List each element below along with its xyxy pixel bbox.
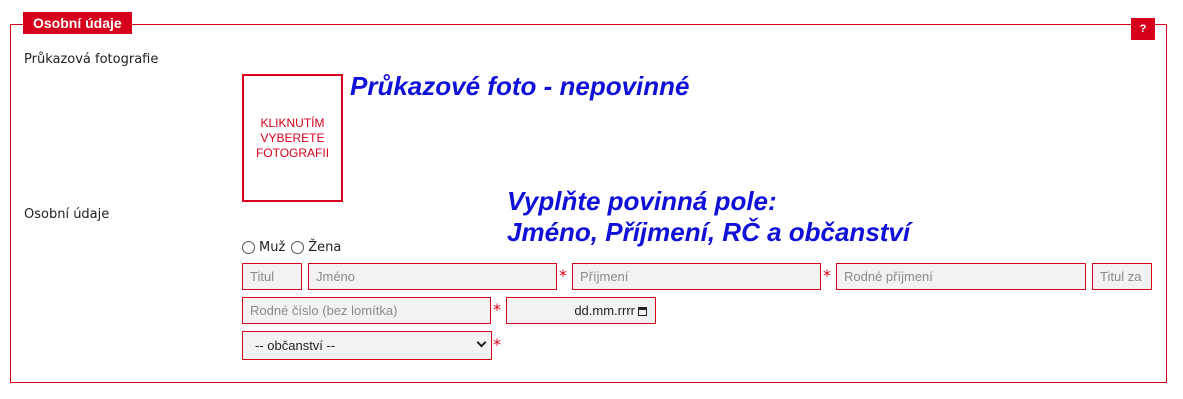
- photo-upload-box[interactable]: KLIKNUTÍM VYBERETE FOTOGRAFII: [242, 74, 343, 202]
- title-after-input[interactable]: Titul za: [1092, 263, 1152, 290]
- citizenship-select[interactable]: -- občanství --: [242, 331, 492, 360]
- birth-date-input[interactable]: dd.mm.rrrr: [506, 297, 656, 324]
- birth-number-required-mark: *: [493, 300, 501, 319]
- photo-placeholder-text: KLIKNUTÍM VYBERETE FOTOGRAFII: [255, 115, 330, 160]
- help-button[interactable]: ?: [1131, 18, 1155, 40]
- last-name-required-mark: *: [823, 266, 831, 285]
- calendar-icon[interactable]: [638, 307, 647, 317]
- gender-male-label[interactable]: Muž: [259, 240, 285, 255]
- photo-label: Průkazová fotografie: [24, 52, 159, 67]
- required-annotation-line2: Jméno, Příjmení, RČ a občanství: [507, 217, 911, 247]
- birth-name-input[interactable]: Rodné příjmení: [836, 263, 1086, 290]
- first-name-required-mark: *: [559, 266, 567, 285]
- first-name-input[interactable]: Jméno: [308, 263, 557, 290]
- title-before-input[interactable]: Titul: [242, 263, 302, 290]
- last-name-input[interactable]: Příjmení: [572, 263, 821, 290]
- birth-number-input[interactable]: Rodné číslo (bez lomítka): [242, 297, 491, 324]
- gender-female-label[interactable]: Žena: [308, 240, 341, 255]
- personal-label: Osobní údaje: [24, 207, 110, 222]
- citizenship-selected-value: -- občanství --: [255, 338, 336, 353]
- chevron-down-icon: [476, 337, 487, 348]
- birth-date-placeholder: dd.mm.rrrr: [574, 303, 635, 318]
- section-legend: Osobní údaje: [23, 12, 132, 34]
- photo-annotation: Průkazové foto - nepovinné: [350, 71, 690, 101]
- citizenship-required-mark: *: [493, 335, 501, 354]
- required-annotation-line1: Vyplňte povinná pole:: [507, 186, 777, 216]
- gender-male-radio[interactable]: [242, 241, 255, 254]
- gender-radio-group: Muž Žena: [242, 240, 347, 255]
- gender-female-radio[interactable]: [291, 241, 305, 254]
